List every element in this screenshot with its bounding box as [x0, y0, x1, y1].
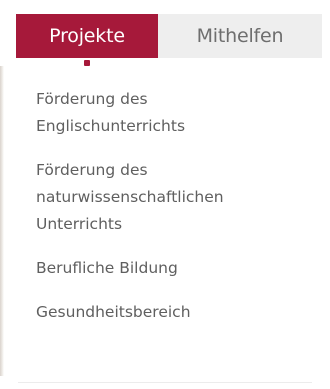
bottom-divider: [18, 382, 312, 383]
menu-item-naturwissenschaftlicher-unterricht[interactable]: Förderung des naturwissenschaftlichen Un…: [36, 157, 296, 238]
tab-projekte[interactable]: Projekte: [16, 14, 158, 66]
active-tab-caret-icon: [84, 60, 90, 66]
menu-item-englischunterricht[interactable]: Förderung des Englischunterrichts: [36, 86, 296, 140]
tab-bar: Projekte Mithelfen: [16, 14, 322, 66]
menu-item-berufliche-bildung[interactable]: Berufliche Bildung: [36, 255, 296, 282]
tab-mithelfen[interactable]: Mithelfen: [158, 14, 322, 58]
projects-menu: Förderung des Englischunterrichts Förder…: [36, 86, 296, 343]
tab-mithelfen-label: Mithelfen: [196, 25, 284, 47]
menu-item-gesundheitsbereich[interactable]: Gesundheitsbereich: [36, 299, 296, 326]
page: Projekte Mithelfen Förderung des Englisc…: [0, 0, 330, 389]
tab-projekte-label: Projekte: [49, 25, 125, 47]
left-edge-shadow: [0, 66, 4, 376]
